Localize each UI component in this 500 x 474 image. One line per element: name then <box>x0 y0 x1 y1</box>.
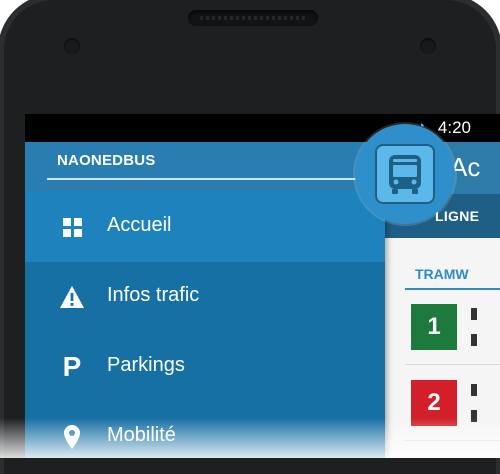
line-text-stub <box>471 334 477 346</box>
phone-speaker <box>188 10 318 26</box>
section-divider <box>405 288 500 290</box>
grid-icon <box>59 214 85 240</box>
warning-icon <box>59 284 85 310</box>
line-badge-1[interactable]: 1 <box>411 304 457 350</box>
drawer-item-label: Parkings <box>107 354 185 376</box>
drawer-header-underline <box>47 178 365 180</box>
line-badge-2[interactable]: 2 <box>411 380 457 426</box>
location-pin-icon <box>59 424 85 450</box>
navigation-drawer: NAONEDBUS Accueil Infos trafic P Parking… <box>25 142 385 458</box>
phone-camera <box>420 38 436 54</box>
phone-sensor-left <box>64 38 80 54</box>
drawer-item-label: Mobilité <box>107 424 176 446</box>
drawer-item-label: Accueil <box>107 214 172 236</box>
drawer-item-label: Infos trafic <box>107 284 200 306</box>
drawer-header[interactable]: NAONEDBUS <box>25 142 385 192</box>
parking-icon: P <box>62 351 82 382</box>
drawer-item-infos-trafic[interactable]: Infos trafic <box>25 262 385 332</box>
line-text-stub <box>471 308 477 320</box>
app-logo-badge[interactable] <box>355 124 455 224</box>
drawer-brand: NAONEDBUS <box>57 152 156 169</box>
status-time: 4:20 <box>437 118 471 137</box>
line-text-stub <box>471 410 477 422</box>
drawer-item-mobilite[interactable]: Mobilité <box>25 402 385 458</box>
line-text-stub <box>471 384 477 396</box>
drawer-item-accueil[interactable]: Accueil <box>25 192 385 262</box>
tab-lignes[interactable]: LIGNE <box>435 208 479 224</box>
row-divider <box>405 440 500 441</box>
row-divider <box>405 364 500 365</box>
drawer-item-parkings[interactable]: P Parkings <box>25 332 385 402</box>
section-title: TRAMW <box>415 266 469 282</box>
bus-icon <box>375 144 435 204</box>
